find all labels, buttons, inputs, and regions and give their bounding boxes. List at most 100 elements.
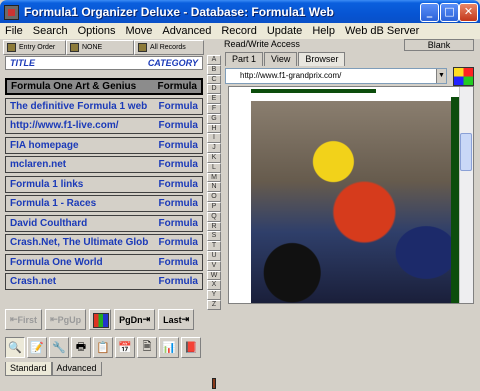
alpha-x-button[interactable]: X bbox=[207, 280, 221, 291]
url-input[interactable]: http://www.f1-grandprix.com/ bbox=[225, 68, 447, 84]
record-row[interactable]: Formula 1 links Formula bbox=[5, 175, 203, 193]
print-icon[interactable]: 🖶 bbox=[71, 337, 91, 358]
menu-record[interactable]: Record bbox=[216, 23, 261, 39]
book-icon[interactable]: 📕 bbox=[181, 337, 201, 358]
record-row[interactable]: mclaren.net Formula bbox=[5, 156, 203, 173]
menu-search[interactable]: Search bbox=[28, 23, 73, 39]
record-row[interactable]: http://www.f1-live.com/ Formula bbox=[5, 117, 203, 134]
race-driver-photo bbox=[251, 101, 457, 303]
alpha-u-button[interactable]: U bbox=[207, 250, 221, 261]
alpha-p-button[interactable]: P bbox=[207, 201, 221, 212]
record-title: Formula One World bbox=[10, 256, 103, 268]
pgdn-arrow-icon: ⇥ bbox=[142, 314, 151, 324]
record-category: Formula bbox=[158, 237, 198, 248]
alpha-e-button[interactable]: E bbox=[207, 94, 221, 104]
alpha-d-button[interactable]: D bbox=[207, 84, 221, 95]
alpha-k-button[interactable]: K bbox=[207, 152, 221, 163]
alpha-n-button[interactable]: N bbox=[207, 182, 221, 193]
record-row[interactable]: Crash.net Formula bbox=[5, 273, 203, 290]
menu-move[interactable]: Move bbox=[121, 23, 158, 39]
edit-icon[interactable]: 📝 bbox=[27, 337, 47, 358]
record-row[interactable]: Formula 1 - Races Formula bbox=[5, 195, 203, 212]
record-row[interactable]: Crash.Net, The Ultimate Glob Formula bbox=[5, 234, 203, 251]
tab-advanced[interactable]: Advanced bbox=[51, 362, 102, 376]
menu-options[interactable]: Options bbox=[73, 23, 121, 39]
record-navigation: ⇤ First ⇤ PgUp PgDn ⇥ Last ⇥ bbox=[5, 309, 195, 330]
color-palette-icon[interactable] bbox=[453, 67, 474, 86]
menu-update[interactable]: Update bbox=[262, 23, 307, 39]
record-title: mclaren.net bbox=[10, 159, 67, 170]
pgdn-button[interactable]: PgDn ⇥ bbox=[114, 309, 156, 330]
search-icon[interactable]: 🔍 bbox=[5, 337, 25, 358]
alpha-h-button[interactable]: H bbox=[207, 123, 221, 134]
alpha-v-button[interactable]: V bbox=[207, 260, 221, 271]
title-bar: Formula1 Organizer Deluxe - Database: Fo… bbox=[0, 0, 480, 25]
entry-order-button[interactable]: Entry Order bbox=[3, 40, 66, 55]
alpha-y-button[interactable]: Y bbox=[207, 290, 221, 300]
last-button[interactable]: Last ⇥ bbox=[158, 309, 195, 330]
record-row[interactable]: Formula One World Formula bbox=[5, 253, 203, 271]
view-tabs: Part 1 View Browser bbox=[225, 52, 346, 66]
none-label: NONE bbox=[82, 44, 103, 51]
record-title: Formula 1 links bbox=[10, 178, 84, 190]
clipboard-icon[interactable]: 📋 bbox=[93, 337, 113, 358]
record-title: Formula One Art & Genius bbox=[11, 81, 137, 92]
browser-view[interactable] bbox=[228, 86, 474, 304]
alpha-a-button[interactable]: A bbox=[207, 55, 221, 65]
all-records-button[interactable]: All Records bbox=[134, 40, 204, 55]
list-header: TITLE CATEGORY bbox=[5, 56, 203, 70]
alpha-t-button[interactable]: T bbox=[207, 241, 221, 251]
record-title: FIA homepage bbox=[10, 139, 79, 151]
resize-grip-icon[interactable] bbox=[212, 378, 216, 389]
record-title: Crash.net bbox=[10, 276, 57, 287]
menu-advanced[interactable]: Advanced bbox=[157, 23, 216, 39]
category-column-header[interactable]: CATEGORY bbox=[148, 57, 198, 69]
menu-web-db-server[interactable]: Web dB Server bbox=[340, 23, 424, 39]
alpha-s-button[interactable]: S bbox=[207, 231, 221, 242]
browser-scrollbar[interactable] bbox=[459, 87, 473, 303]
record-row[interactable]: Formula One Art & Genius Formula bbox=[5, 78, 203, 95]
calendar-icon[interactable]: 📅 bbox=[115, 337, 135, 358]
alpha-w-button[interactable]: W bbox=[207, 270, 221, 281]
alpha-g-button[interactable]: G bbox=[207, 113, 221, 124]
record-category: Formula bbox=[158, 198, 198, 209]
alpha-f-button[interactable]: F bbox=[207, 103, 221, 114]
none-filter-button[interactable]: NONE bbox=[66, 40, 134, 55]
blank-indicator: Blank bbox=[404, 39, 474, 51]
record-row[interactable]: The definitive Formula 1 web Formula bbox=[5, 97, 203, 115]
alpha-z-button[interactable]: Z bbox=[207, 299, 221, 310]
alpha-c-button[interactable]: C bbox=[207, 74, 221, 85]
sort-icon bbox=[7, 43, 16, 52]
alpha-o-button[interactable]: O bbox=[207, 192, 221, 202]
scrollbar-thumb[interactable] bbox=[460, 133, 472, 171]
first-button[interactable]: ⇤ First bbox=[5, 309, 43, 330]
alpha-b-button[interactable]: B bbox=[207, 64, 221, 75]
pgup-button[interactable]: ⇤ PgUp bbox=[45, 309, 87, 330]
alpha-l-button[interactable]: L bbox=[207, 162, 221, 173]
menu-help[interactable]: Help bbox=[307, 23, 340, 39]
title-column-header[interactable]: TITLE bbox=[10, 57, 35, 69]
record-row[interactable]: David Coulthard Formula bbox=[5, 214, 203, 232]
alpha-m-button[interactable]: M bbox=[207, 172, 221, 183]
close-button[interactable]: ✕ bbox=[459, 3, 478, 22]
alpha-r-button[interactable]: R bbox=[207, 221, 221, 232]
tab-browser[interactable]: Browser bbox=[298, 52, 346, 66]
document-icon[interactable]: 🗎 bbox=[137, 337, 157, 358]
record-row[interactable]: FIA homepage Formula bbox=[5, 136, 203, 154]
alpha-q-button[interactable]: Q bbox=[207, 211, 221, 222]
tab-standard[interactable]: Standard bbox=[5, 362, 52, 376]
window-title: Formula1 Organizer Deluxe - Database: Fo… bbox=[24, 5, 334, 19]
url-dropdown-button[interactable]: ▼ bbox=[436, 69, 446, 83]
alpha-j-button[interactable]: J bbox=[207, 143, 221, 153]
tools-icon[interactable]: 🔧 bbox=[49, 337, 69, 358]
maximize-button[interactable]: □ bbox=[440, 3, 459, 22]
tab-view[interactable]: View bbox=[264, 52, 298, 66]
chart-icon[interactable]: 📊 bbox=[159, 337, 179, 358]
alpha-i-button[interactable]: I bbox=[207, 133, 221, 144]
first-arrow-icon: ⇤ bbox=[10, 314, 18, 324]
minimize-button[interactable]: _ bbox=[420, 3, 439, 22]
database-book-icon[interactable] bbox=[89, 309, 112, 330]
menu-file[interactable]: File bbox=[0, 23, 28, 39]
tab-part-1[interactable]: Part 1 bbox=[225, 52, 264, 66]
filter-icon bbox=[70, 43, 79, 52]
